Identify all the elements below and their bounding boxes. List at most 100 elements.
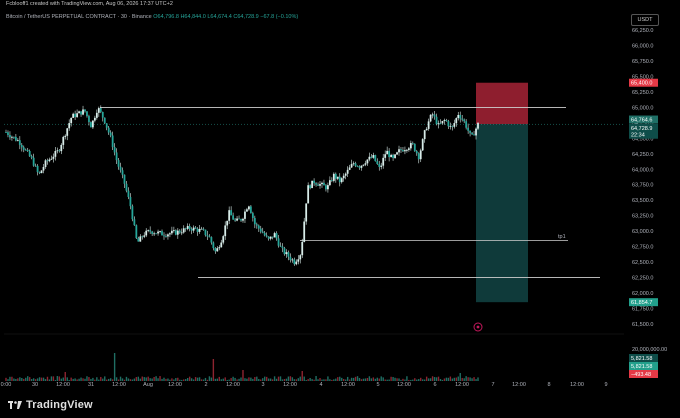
- chart-canvas[interactable]: tp1 20,000,000.00 5,821.58 5,821.58 −493.48…: [0, 0, 680, 394]
- volume-bar: [396, 378, 398, 381]
- volume-bar: [451, 378, 454, 381]
- candle: [299, 254, 302, 264]
- candle: [161, 229, 163, 236]
- candle: [103, 117, 106, 125]
- candle: [309, 184, 312, 190]
- volume-bar: [38, 377, 41, 381]
- candle: [236, 215, 238, 222]
- candle: [216, 246, 219, 252]
- candle: [417, 152, 420, 164]
- volume-bar: [254, 377, 256, 381]
- volume-bar: [459, 373, 461, 381]
- volume-bar: [224, 377, 226, 381]
- volume-bar: [82, 378, 84, 381]
- candle: [121, 167, 124, 179]
- candle: [60, 143, 63, 155]
- volume-bar: [258, 379, 260, 381]
- candle: [68, 119, 71, 131]
- volume-bar: [58, 376, 61, 381]
- volume-bar: [206, 379, 209, 381]
- volume-bar: [210, 377, 213, 381]
- candle: [176, 228, 179, 239]
- candle: [46, 158, 49, 165]
- candle: [113, 143, 116, 156]
- price-axis[interactable]: 66,250.066,000.065,750.065,500.065,250.0…: [632, 28, 653, 328]
- volume-bar: [275, 378, 278, 381]
- replay-icon[interactable]: [473, 322, 483, 332]
- svg-text:22:34: 22:34: [631, 133, 645, 139]
- volume-bar: [423, 379, 426, 381]
- volume-bar: [431, 376, 434, 381]
- volume-bar: [143, 377, 145, 381]
- volume-bar: [380, 376, 382, 381]
- volume-bar: [329, 379, 331, 381]
- candle: [26, 147, 29, 152]
- y-tick-label: 64,000.0: [632, 167, 653, 173]
- candle: [332, 172, 335, 183]
- candle: [226, 220, 229, 230]
- candle: [451, 125, 454, 131]
- candle: [411, 141, 414, 146]
- volume-bar: [390, 376, 392, 381]
- y-tick-label: 65,250.0: [632, 90, 653, 96]
- volume-bar: [62, 377, 64, 381]
- candle: [165, 233, 167, 238]
- volume-bar: [185, 379, 187, 381]
- candle: [80, 111, 82, 117]
- candle: [368, 152, 371, 162]
- candle: [157, 229, 159, 236]
- candle: [18, 136, 21, 150]
- volume-bar: [441, 379, 444, 381]
- volume-bar: [315, 376, 317, 381]
- candle: [340, 177, 343, 184]
- volume-bar: [90, 378, 92, 381]
- candle: [246, 207, 248, 212]
- volume-bar: [350, 377, 353, 381]
- candle: [12, 136, 15, 140]
- candle: [240, 218, 242, 223]
- volume-bar: [151, 378, 153, 381]
- candle: [145, 228, 148, 238]
- volume-bar: [364, 378, 367, 381]
- x-tick-label: 0:00: [1, 382, 12, 388]
- candle: [384, 150, 387, 162]
- candle: [370, 154, 373, 159]
- volume-bar: [70, 377, 72, 381]
- volume-bar: [360, 379, 363, 381]
- volume-bar: [125, 376, 128, 381]
- take-profit-zone[interactable]: [476, 124, 528, 303]
- volume-bar: [86, 376, 88, 381]
- volume-bar: [289, 376, 292, 381]
- candle: [289, 253, 292, 263]
- time-axis[interactable]: 0:00 30 12:00 31 12:00 Aug 12:00 2 12:00 3 12:00 4 1…: [1, 382, 608, 388]
- candle: [167, 233, 169, 240]
- candle: [50, 155, 53, 161]
- candle: [200, 226, 203, 230]
- volume-bar: [331, 379, 333, 381]
- volume-bar: [212, 359, 215, 381]
- candle: [44, 158, 47, 169]
- volume-bar: [30, 379, 33, 381]
- candle: [131, 204, 134, 222]
- stop-loss-zone[interactable]: [476, 82, 528, 125]
- candle: [84, 109, 86, 113]
- candle: [206, 230, 209, 240]
- candle: [413, 143, 416, 152]
- candle: [32, 153, 35, 167]
- volume-bar: [50, 376, 53, 381]
- candle: [400, 146, 402, 154]
- svg-text:5,821.58: 5,821.58: [631, 364, 652, 370]
- candle: [344, 172, 347, 180]
- volume-bar: [410, 379, 412, 381]
- candle: [330, 177, 333, 183]
- x-tick-label: 7: [491, 382, 494, 388]
- candle: [467, 123, 470, 134]
- candle: [307, 182, 310, 204]
- volume-bar: [267, 378, 270, 381]
- volume-bar: [465, 376, 467, 381]
- volume-bar: [149, 378, 151, 381]
- volume-bar: [25, 377, 27, 381]
- volume-bar: [439, 378, 442, 381]
- volume-bar: [159, 376, 161, 381]
- candle: [461, 114, 464, 122]
